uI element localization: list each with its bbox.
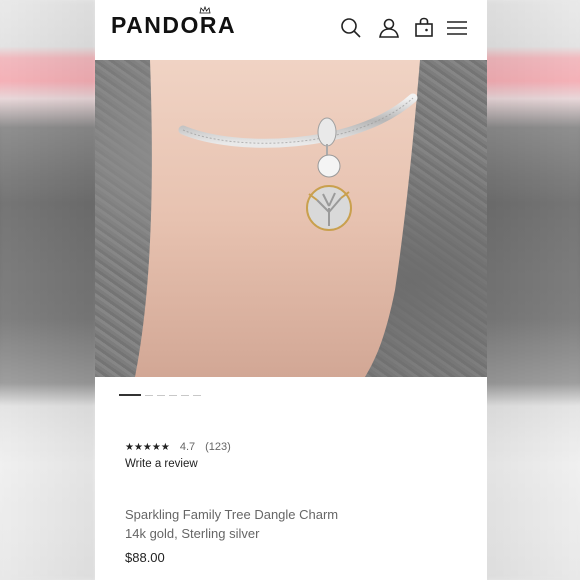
spacer-charm xyxy=(317,117,337,147)
pandora-logo[interactable]: PANDORA xyxy=(111,12,236,39)
background-blur-right xyxy=(485,0,580,580)
write-review-link[interactable]: Write a review xyxy=(125,458,198,470)
rating-value: 4.7 xyxy=(179,441,196,453)
user-icon[interactable] xyxy=(377,16,401,40)
product-image[interactable] xyxy=(95,60,487,377)
background-blur-left xyxy=(0,0,95,580)
product-price: $88.00 xyxy=(125,550,165,565)
product-page: PANDORA ★★★★★ 4.7 (123) Write a review S… xyxy=(95,0,487,580)
rating-row: ★★★★★ 4.7 (123) xyxy=(125,441,231,453)
crown-icon xyxy=(199,6,211,14)
star-rating-icon: ★★★★★ xyxy=(125,441,170,453)
carousel-dot[interactable] xyxy=(145,394,153,396)
product-materials: 14k gold, Sterling silver xyxy=(125,526,260,541)
carousel-dot[interactable] xyxy=(193,394,201,396)
product-photo xyxy=(135,60,420,377)
carousel-dot[interactable] xyxy=(181,394,189,396)
search-icon[interactable] xyxy=(339,16,363,40)
carousel-dot[interactable] xyxy=(119,394,141,396)
mother-disc xyxy=(317,154,341,178)
product-title: Sparkling Family Tree Dangle Charm xyxy=(125,507,339,522)
carousel-dot[interactable] xyxy=(157,394,165,396)
review-count[interactable]: (123) xyxy=(205,441,231,453)
carousel-indicator[interactable] xyxy=(119,393,201,397)
carousel-dot[interactable] xyxy=(169,394,177,396)
menu-icon[interactable] xyxy=(445,16,469,40)
arm xyxy=(135,60,420,377)
bag-icon[interactable] xyxy=(412,16,436,40)
site-header: PANDORA xyxy=(95,0,487,60)
